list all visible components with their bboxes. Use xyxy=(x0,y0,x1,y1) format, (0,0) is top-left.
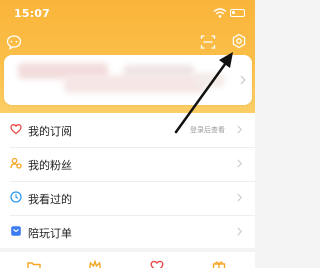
menu-item-subscriptions[interactable]: 我的订阅 登录后查看 xyxy=(0,113,255,146)
chat-icon[interactable] xyxy=(6,34,22,50)
menu-label-orders: 陪玩订单 xyxy=(28,227,72,240)
chevron-right-icon xyxy=(237,227,242,236)
heart-outline-icon[interactable] xyxy=(150,260,164,268)
bottom-shortcut-row xyxy=(0,252,255,268)
menu-item-history[interactable]: 我看过的 xyxy=(0,181,255,214)
folder-icon[interactable] xyxy=(27,260,41,268)
status-bar: 15:07 xyxy=(0,0,255,22)
menu-list: 我的订阅 登录后查看 我的粉丝 我看过的 陪玩订单 xyxy=(0,113,255,248)
heart-icon xyxy=(10,124,22,135)
blurred-username-area xyxy=(64,75,204,93)
clock-icon xyxy=(10,191,22,203)
menu-item-fans[interactable]: 我的粉丝 xyxy=(0,147,255,180)
menu-sub-label-subscriptions: 登录后查看 xyxy=(190,126,225,134)
status-time: 15:07 xyxy=(14,7,51,20)
crown-icon[interactable] xyxy=(88,260,102,268)
order-icon xyxy=(11,226,21,236)
battery-icon xyxy=(230,9,245,17)
menu-label-history: 我看过的 xyxy=(28,193,72,206)
gift-icon[interactable] xyxy=(212,260,226,268)
fans-icon xyxy=(10,157,22,169)
scan-icon[interactable] xyxy=(200,34,216,50)
menu-item-orders[interactable]: 陪玩订单 xyxy=(0,215,255,248)
chevron-right-icon xyxy=(240,75,246,85)
settings-icon[interactable] xyxy=(231,33,247,49)
profile-card[interactable] xyxy=(4,55,252,105)
chevron-right-icon xyxy=(237,125,242,134)
chevron-right-icon xyxy=(237,193,242,202)
wifi-icon xyxy=(213,8,227,18)
blurred-badge-area xyxy=(194,73,224,87)
menu-label-fans: 我的粉丝 xyxy=(28,159,72,172)
menu-label-subscriptions: 我的订阅 xyxy=(28,125,72,138)
blurred-info-area xyxy=(124,65,194,77)
chevron-right-icon xyxy=(237,159,242,168)
